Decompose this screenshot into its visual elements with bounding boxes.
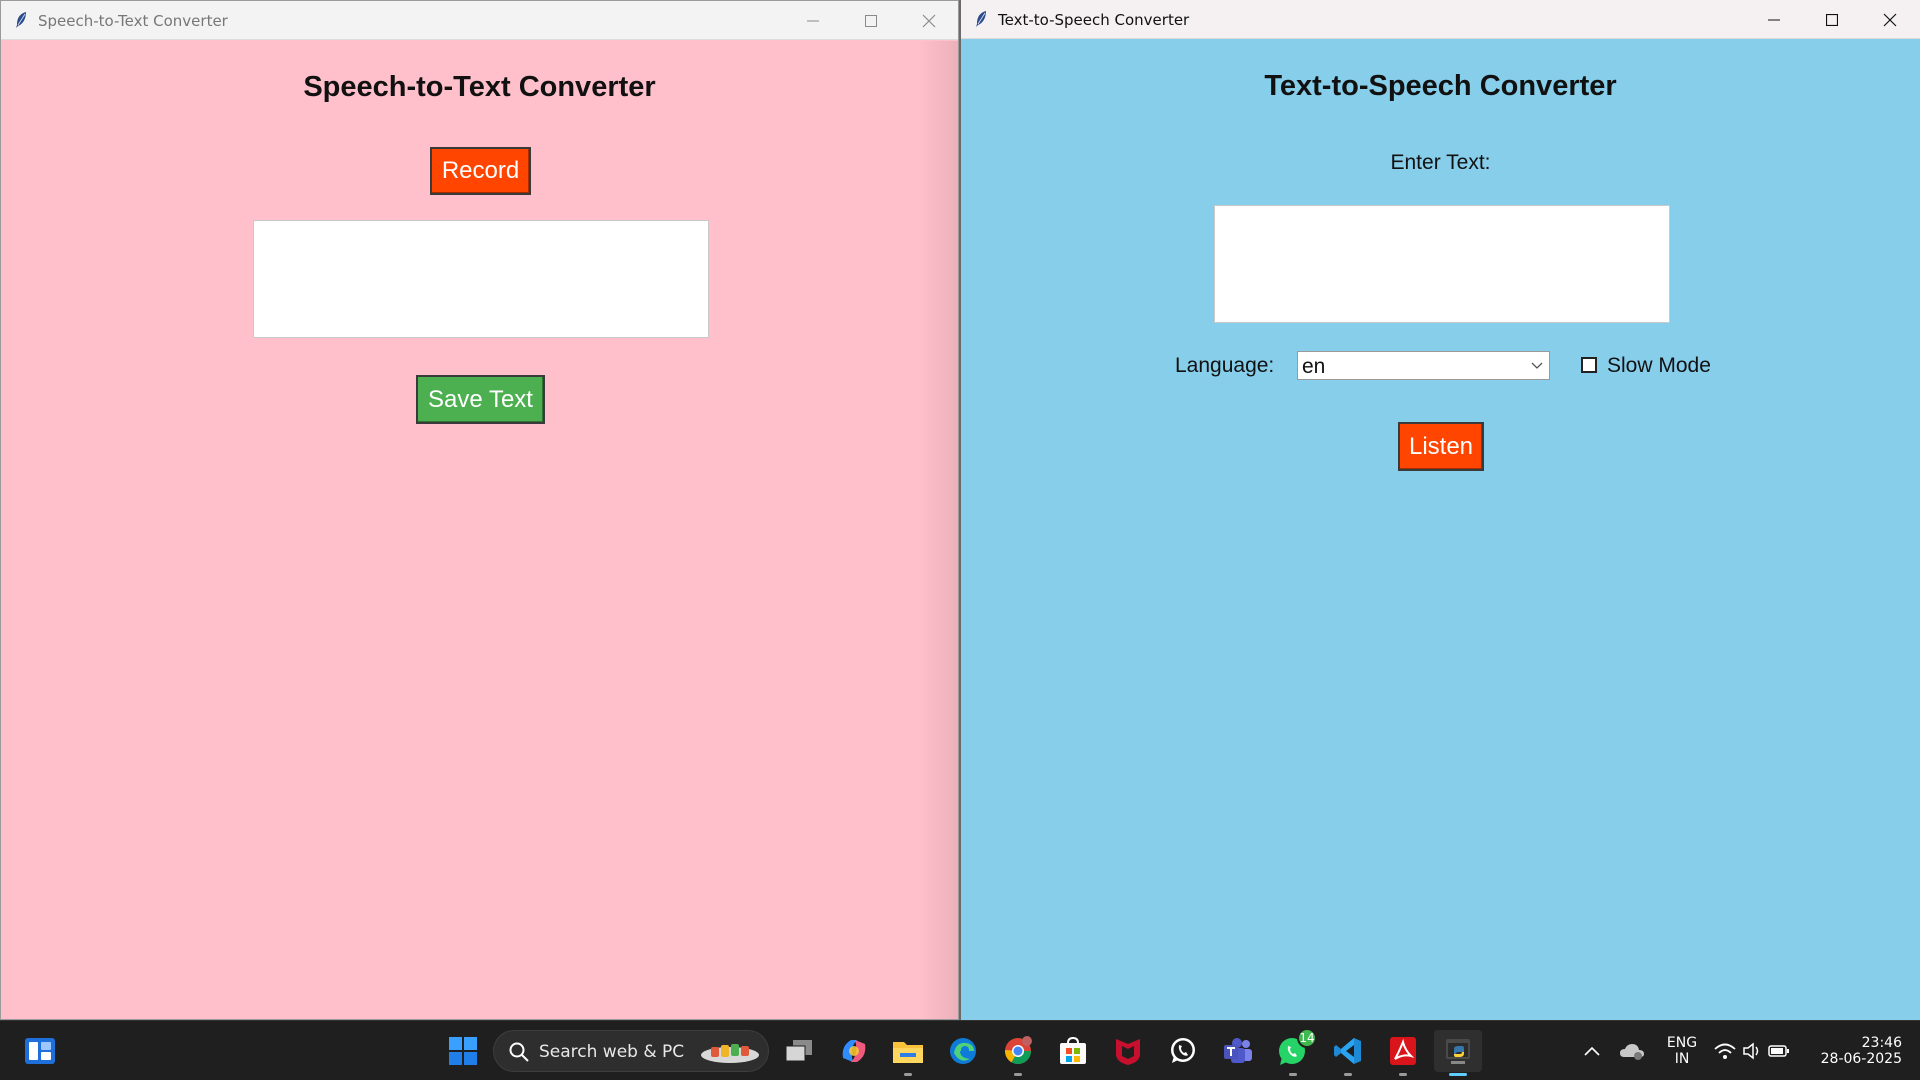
enter-text-label: Enter Text:: [1390, 151, 1491, 174]
close-icon: [922, 14, 936, 27]
teams-icon: [1224, 1038, 1252, 1063]
search-icon: [509, 1042, 529, 1062]
task-view-button[interactable]: [778, 1030, 820, 1072]
edge-button[interactable]: [942, 1030, 984, 1072]
copilot-button[interactable]: [833, 1030, 875, 1072]
widgets-button[interactable]: [19, 1030, 61, 1072]
language-line2: IN: [1674, 1051, 1690, 1067]
notification-badge: 14: [1297, 1028, 1317, 1048]
search-highlight-icon: [701, 1044, 759, 1063]
python-icon: [1446, 1039, 1470, 1064]
battery-icon: [1768, 1045, 1789, 1057]
app-heading: Speech-to-Text Converter: [303, 71, 656, 103]
running-indicator: [1344, 1073, 1352, 1076]
teams-button[interactable]: [1217, 1030, 1259, 1072]
window-title: Text-to-Speech Converter: [998, 11, 1190, 29]
wifi-icon: [1714, 1043, 1736, 1059]
ms-store-button[interactable]: [1052, 1030, 1094, 1072]
ms-store-icon: [1060, 1037, 1086, 1064]
start-button[interactable]: [442, 1030, 484, 1072]
save-text-button[interactable]: Save Text: [416, 375, 545, 424]
slow-mode-checkbox[interactable]: [1581, 357, 1597, 373]
taskbar-search[interactable]: Search web & PC: [493, 1030, 769, 1072]
maximize-button[interactable]: [842, 1, 900, 40]
maximize-button[interactable]: [1803, 0, 1861, 39]
start-icon: [449, 1037, 477, 1065]
record-button[interactable]: Record: [430, 147, 531, 195]
mcafee-icon: [1116, 1039, 1140, 1065]
chrome-button[interactable]: [997, 1030, 1039, 1076]
minimize-button[interactable]: [1745, 0, 1803, 39]
task-view-icon: [785, 1040, 812, 1062]
vscode-icon: [1334, 1038, 1361, 1064]
whatsapp-business-button[interactable]: 14: [1272, 1028, 1317, 1076]
acrobat-button[interactable]: [1382, 1030, 1424, 1076]
minimize-icon: [1768, 19, 1780, 20]
chevron-down-icon: [1531, 362, 1543, 369]
clock-date: 28-06-2025: [1820, 1051, 1902, 1067]
language-indicator[interactable]: ENG IN: [1660, 1030, 1704, 1072]
window-title: Speech-to-Text Converter: [38, 12, 228, 30]
clock[interactable]: 23:46 28-06-2025: [1812, 1030, 1902, 1072]
close-button[interactable]: [1861, 0, 1919, 39]
edge-icon: [950, 1038, 976, 1064]
chrome-icon: [1004, 1036, 1032, 1065]
maximize-icon: [865, 14, 877, 27]
copilot-icon: [842, 1040, 866, 1062]
python-button[interactable]: [1434, 1030, 1482, 1076]
language-select[interactable]: en: [1297, 351, 1550, 380]
speech-to-text-window: Speech-to-Text Converter Speech-to-Text …: [0, 0, 959, 1020]
minimize-icon: [807, 20, 819, 21]
slow-mode-label: Slow Mode: [1607, 354, 1711, 377]
vscode-button[interactable]: [1327, 1030, 1369, 1076]
taskbar: Search web & PC 14 ENG IN 23:46 28-06-20…: [0, 1020, 1920, 1080]
close-icon: [1883, 13, 1897, 26]
show-hidden-icons-button[interactable]: [1572, 1030, 1612, 1072]
listen-button[interactable]: Listen: [1398, 422, 1484, 471]
clock-time: 23:46: [1861, 1035, 1902, 1051]
quick-settings-button[interactable]: [1712, 1030, 1792, 1072]
onedrive-button[interactable]: [1612, 1030, 1652, 1072]
running-indicator: [904, 1073, 912, 1076]
tk-feather-icon: [976, 11, 986, 27]
language-label: Language:: [1175, 354, 1275, 377]
tts-input-textbox[interactable]: [1214, 205, 1670, 323]
file-explorer-button[interactable]: [887, 1030, 929, 1076]
acrobat-icon: [1390, 1037, 1416, 1065]
titlebar[interactable]: Text-to-Speech Converter: [961, 0, 1920, 39]
search-label: Search web & PC: [539, 1042, 685, 1062]
language-select-value: en: [1302, 355, 1326, 378]
transcript-textbox[interactable]: [253, 220, 709, 338]
minimize-button[interactable]: [784, 1, 842, 40]
chevron-up-icon: [1584, 1046, 1600, 1056]
app-heading: Text-to-Speech Converter: [1264, 70, 1617, 102]
onedrive-icon: [1620, 1044, 1644, 1060]
whatsapp-icon: [1171, 1038, 1195, 1063]
mcafee-button[interactable]: [1107, 1030, 1149, 1072]
running-indicator: [1014, 1073, 1022, 1076]
file-explorer-icon: [893, 1042, 923, 1063]
running-indicator: [1449, 1073, 1467, 1076]
close-button[interactable]: [900, 1, 958, 40]
widgets-icon: [25, 1038, 55, 1064]
titlebar[interactable]: Speech-to-Text Converter: [1, 1, 958, 40]
volume-icon: [1743, 1042, 1759, 1060]
whatsapp-button[interactable]: [1162, 1030, 1204, 1072]
text-to-speech-window: Text-to-Speech Converter Text-to-Speech …: [959, 0, 1920, 1020]
running-indicator: [1399, 1073, 1407, 1076]
language-line1: ENG: [1666, 1035, 1698, 1051]
tk-feather-icon: [16, 12, 26, 28]
running-indicator: [1289, 1073, 1297, 1076]
maximize-icon: [1826, 13, 1838, 26]
